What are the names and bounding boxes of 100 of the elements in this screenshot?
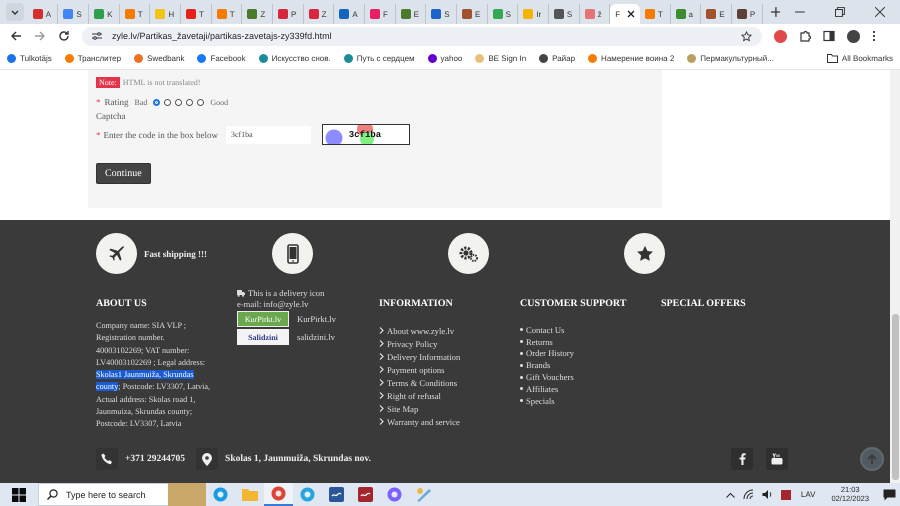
location-pin-icon [196, 448, 218, 470]
forward-icon[interactable] [34, 30, 46, 42]
footer-link[interactable]: Affiliates [526, 384, 558, 394]
reload-icon[interactable] [58, 30, 70, 42]
delivery-text: This is a delivery icon [248, 287, 324, 300]
footer-link[interactable]: Terms & Conditions [387, 378, 458, 388]
bullet-icon [520, 376, 523, 379]
phone-number: +371 29244705 [125, 454, 186, 464]
partner-link[interactable]: KurPirkt.lv [297, 314, 336, 324]
wave-app-icon [358, 487, 373, 502]
plus-icon[interactable] [770, 7, 780, 17]
site-info-icon[interactable] [92, 31, 102, 41]
speaker-icon[interactable] [762, 489, 773, 500]
browser-tab[interactable]: F [610, 4, 640, 24]
smartphone-icon [286, 244, 298, 264]
rating-radio[interactable] [175, 98, 182, 106]
truck-icon [237, 290, 245, 297]
puzzle-icon[interactable] [799, 30, 811, 42]
bookmark-link[interactable]: Tulkotājs [7, 54, 52, 63]
rating-radio[interactable] [186, 98, 194, 106]
footer-link[interactable]: About www.zyle.lv [387, 326, 454, 336]
profile-avatar[interactable] [847, 30, 860, 42]
bullet-icon [520, 340, 523, 344]
arrow-up-icon [866, 453, 878, 465]
bullet-icon [520, 364, 523, 367]
bookmark-link[interactable]: Путь с сердцем [344, 54, 415, 63]
taskbar-app-button[interactable] [264, 483, 293, 506]
bookmark-link[interactable]: BE Sign In [475, 54, 526, 63]
footer-link[interactable]: Delivery Information [387, 352, 460, 362]
bullet-icon [520, 328, 523, 332]
youtube-icon[interactable] [766, 448, 788, 470]
bullet-icon [520, 399, 523, 402]
adblock-icon[interactable] [774, 30, 787, 42]
side-panel-icon[interactable] [823, 30, 835, 42]
close-icon[interactable] [626, 10, 635, 18]
language-indicator[interactable]: LAV [800, 490, 816, 499]
bookmark-link[interactable]: Райар [539, 54, 576, 63]
bookmark-link[interactable]: Намерение воина 2 [588, 54, 674, 63]
footer-link[interactable]: Payment options [387, 364, 445, 374]
airplane-icon [108, 244, 126, 262]
bookmark-link[interactable]: Facebook [197, 54, 246, 63]
bookmark-link[interactable]: Искусство снов. [258, 54, 331, 63]
rating-radio[interactable] [153, 98, 160, 106]
partner-logo[interactable]: Salidzini [237, 329, 289, 346]
footer-link[interactable]: Gift Vouchers [526, 372, 574, 382]
star-icon [636, 244, 654, 262]
tray-app-icon[interactable] [780, 490, 791, 500]
taskbar-search-field[interactable]: Type here to search [38, 483, 168, 506]
captcha-input-field[interactable]: 3cf1ba [226, 126, 311, 144]
partner-link[interactable]: salidzini.lv [297, 332, 335, 342]
close-icon[interactable] [875, 7, 885, 17]
gears-icon [458, 244, 478, 262]
note-text: HTML is not translated! [122, 78, 200, 87]
footer-link[interactable]: Returns [526, 336, 553, 347]
address-field[interactable]: zyle.lv/Partikas_žavetaji/partikas-zavetajs-zy339fd.html [82, 26, 762, 46]
notification-icon[interactable] [883, 488, 896, 500]
rating-high-label: Good [210, 98, 228, 106]
palette-icon [416, 487, 432, 502]
footer-link[interactable]: Brands [526, 360, 550, 370]
search-highlight-picture [168, 483, 206, 506]
back-icon[interactable] [10, 30, 22, 42]
bookmark-star-icon[interactable] [741, 30, 752, 42]
rating-radio[interactable] [197, 98, 204, 106]
continue-button[interactable]: Continue [96, 163, 151, 184]
section-heading: SPECIAL OFFERS [661, 298, 747, 309]
search-input-field[interactable]: Type here to search [64, 488, 168, 500]
scrollbar-thumb[interactable] [892, 314, 899, 480]
captcha-heading: Captcha [96, 111, 126, 121]
footer-link[interactable]: Contact Us [526, 324, 564, 335]
address-text: Skolas 1, Jaunmuiža, Skrundas nov. [225, 454, 372, 464]
footer-link[interactable]: Order History [526, 348, 574, 358]
restore-icon[interactable] [835, 7, 846, 17]
windows-start-icon[interactable] [12, 488, 26, 502]
captcha-text: 3cf1ba [348, 130, 382, 140]
search-icon [47, 489, 58, 500]
network-icon[interactable] [742, 489, 754, 500]
facebook-icon[interactable] [731, 448, 753, 470]
footer-link[interactable]: Specials [526, 396, 555, 406]
document-app-icon [329, 487, 344, 502]
footer-link[interactable]: Privacy Policy [387, 338, 438, 348]
menu-icon[interactable] [872, 30, 876, 42]
footer-link[interactable]: Right of refusal [387, 390, 441, 400]
phone-icon [96, 448, 118, 470]
folder-icon [826, 54, 838, 63]
tab-search-button[interactable] [6, 3, 24, 21]
rating-radio[interactable] [164, 98, 172, 106]
all-bookmarks-button[interactable]: All Bookmarks [826, 54, 893, 63]
bookmark-link[interactable]: Swedbank [134, 54, 184, 63]
bookmark-link[interactable]: Транслитер [64, 54, 122, 63]
chevron-up-icon[interactable] [726, 492, 735, 498]
rating-label: Rating [104, 97, 128, 107]
bookmark-link[interactable]: Пермакультурный... [687, 54, 774, 63]
code-label: Enter the code in the box below [104, 130, 218, 140]
section-heading: INFORMATION [379, 298, 454, 309]
bookmark-link[interactable]: yahoo [428, 54, 462, 63]
bullet-icon [520, 352, 523, 355]
bullet-icon [520, 387, 523, 390]
footer-link[interactable]: Warranty and service [387, 416, 460, 426]
footer-link[interactable]: Site Map [387, 404, 418, 414]
app-circle-icon [300, 487, 315, 502]
